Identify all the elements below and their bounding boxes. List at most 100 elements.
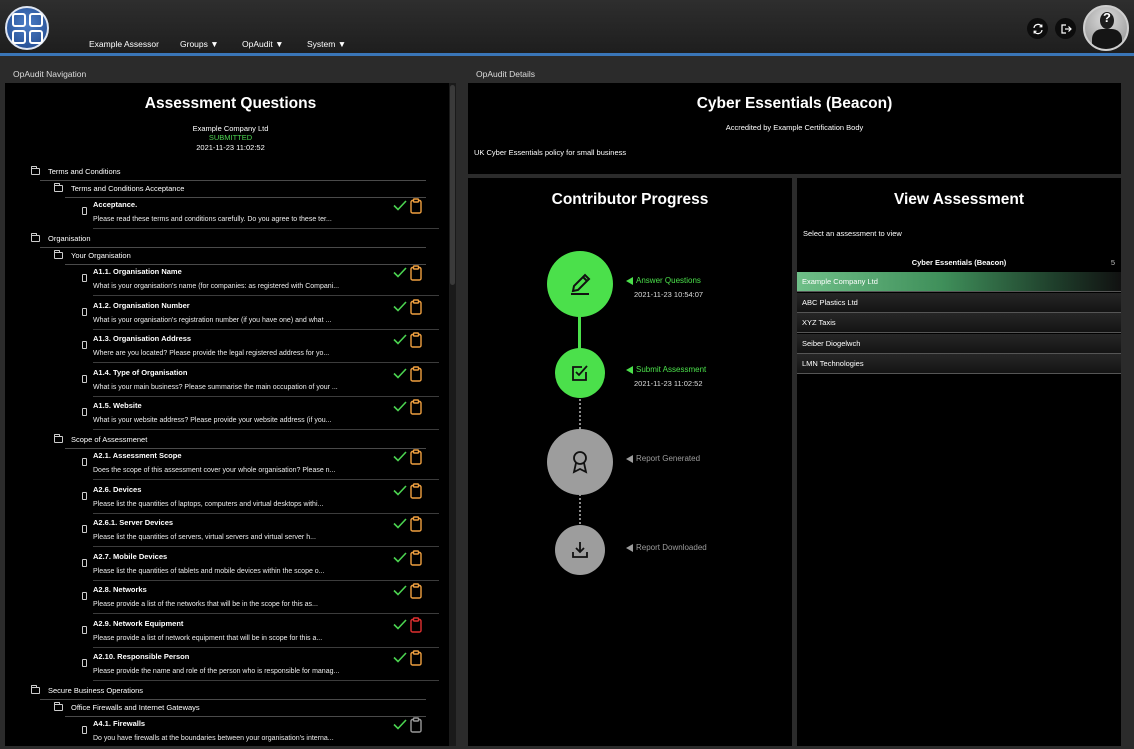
document-icon bbox=[82, 341, 87, 349]
clipboard-icon[interactable] bbox=[410, 650, 422, 666]
question-description: Please list the quantities of laptops, c… bbox=[93, 500, 324, 508]
nav-item-opaudit[interactable]: OpAudit ▼ bbox=[242, 39, 307, 49]
nav-item-assessor[interactable]: Example Assessor bbox=[89, 39, 180, 49]
folder-icon bbox=[31, 685, 40, 694]
question-item[interactable]: A1.4. Type of Organisation What is your m… bbox=[82, 364, 439, 397]
nav-item-system[interactable]: System ▼ bbox=[307, 39, 346, 49]
progress-connector bbox=[579, 494, 581, 524]
clipboard-icon[interactable] bbox=[410, 365, 422, 382]
question-item[interactable]: A2.6.1. Server Devices Please list the qu… bbox=[82, 514, 439, 547]
clipboard-icon[interactable] bbox=[410, 332, 422, 348]
question-item[interactable]: A2.9. Network Equipment Please provide a … bbox=[82, 615, 439, 648]
assessment-list-item[interactable]: LMN Technologies bbox=[797, 354, 1121, 374]
step-date: 2021-11-23 11:02:52 bbox=[634, 379, 703, 388]
refresh-icon bbox=[1032, 23, 1043, 34]
step-label: Report Generated bbox=[626, 454, 700, 463]
question-description: Please read these terms and conditions c… bbox=[93, 216, 332, 223]
question-title: A2.6. Devices bbox=[93, 484, 142, 494]
check-icon bbox=[393, 267, 407, 278]
user-avatar[interactable]: ? bbox=[1083, 5, 1129, 51]
question-title: A2.7. Mobile Devices bbox=[93, 551, 168, 561]
app-logo-icon[interactable] bbox=[5, 6, 49, 50]
folder-icon bbox=[31, 233, 40, 242]
assessment-questions-title: Assessment Questions bbox=[144, 95, 317, 112]
refresh-button[interactable] bbox=[1027, 18, 1048, 39]
check-icon bbox=[393, 551, 407, 563]
document-icon bbox=[82, 625, 87, 634]
document-icon bbox=[82, 491, 87, 500]
folder-icon bbox=[31, 166, 40, 175]
tree-subgroup[interactable]: Your Organisation bbox=[54, 250, 131, 260]
question-item[interactable]: A2.8. Networks Please provide a list of t… bbox=[82, 581, 439, 614]
tree-group[interactable]: Secure Business Operations bbox=[31, 685, 143, 695]
question-title: A2.10. Responsible Person bbox=[93, 652, 190, 661]
assessment-list-item[interactable]: Example Company Ltd bbox=[797, 272, 1121, 292]
tree-group-label: Organisation bbox=[48, 234, 91, 243]
question-title: A1.3. Organisation Address bbox=[93, 334, 192, 343]
step-answer-questions[interactable] bbox=[547, 251, 613, 317]
question-description: What is your organisation's registration… bbox=[93, 316, 332, 324]
step-submit-assessment[interactable] bbox=[555, 348, 605, 398]
clipboard-icon[interactable] bbox=[410, 516, 422, 532]
logout-button[interactable] bbox=[1055, 18, 1076, 39]
question-description: What is your organisation's name (for co… bbox=[93, 283, 340, 290]
status-badge: SUBMITTED bbox=[208, 133, 253, 142]
question-item[interactable]: A2.1. Assessment Scope Does the scope of … bbox=[82, 447, 439, 480]
check-icon bbox=[393, 401, 407, 412]
tree-subgroup[interactable]: Office Firewalls and Internet Gateways bbox=[54, 702, 200, 712]
document-icon bbox=[82, 592, 87, 600]
clipboard-icon[interactable] bbox=[410, 549, 422, 566]
clipboard-icon[interactable] bbox=[410, 583, 422, 599]
clipboard-icon[interactable] bbox=[410, 616, 422, 633]
nav-item-groups[interactable]: Groups ▼ bbox=[180, 39, 242, 49]
clipboard-icon[interactable] bbox=[410, 399, 422, 415]
check-icon bbox=[393, 618, 407, 630]
check-icon bbox=[393, 484, 407, 496]
assessment-list-item[interactable]: XYZ Taxis bbox=[797, 313, 1121, 333]
assessment-count: 5 bbox=[1110, 258, 1115, 267]
question-item[interactable]: A1.1. Organisation Name What is your orga… bbox=[82, 263, 439, 296]
tree-group[interactable]: Organisation bbox=[31, 233, 91, 243]
question-title: A2.6.1. Server Devices bbox=[93, 518, 174, 527]
question-item[interactable]: A2.10. Responsible Person Please provide … bbox=[82, 648, 439, 681]
question-item[interactable]: A1.2. Organisation Number What is your or… bbox=[82, 297, 439, 330]
question-description: What is your website address? Please pro… bbox=[93, 417, 332, 424]
question-item[interactable]: A4.1. Firewalls Do you have firewalls at … bbox=[82, 715, 439, 746]
tree-subgroup-label: Scope of Assessmenet bbox=[71, 435, 148, 444]
question-item[interactable]: A2.6. Devices Please list the quantities … bbox=[82, 481, 439, 514]
step-report-generated[interactable] bbox=[547, 429, 613, 495]
question-item[interactable]: Acceptance. Please read these terms and c… bbox=[82, 196, 439, 229]
accreditation-text: Accredited by Example Certification Body bbox=[725, 123, 864, 132]
clipboard-icon[interactable] bbox=[410, 717, 422, 733]
question-title: A2.8. Networks bbox=[93, 585, 147, 594]
logout-icon bbox=[1060, 23, 1072, 34]
check-icon bbox=[393, 451, 407, 462]
document-icon bbox=[82, 558, 87, 567]
document-icon bbox=[82, 458, 87, 466]
tree-subgroup-label: Your Organisation bbox=[71, 251, 131, 260]
question-item[interactable]: A1.3. Organisation Address Where are you … bbox=[82, 330, 439, 363]
clipboard-icon[interactable] bbox=[410, 482, 422, 499]
navigation-panel-header: OpAudit Navigation bbox=[13, 69, 87, 79]
check-icon bbox=[393, 367, 407, 379]
question-item[interactable]: A2.7. Mobile Devices Please list the quan… bbox=[82, 548, 439, 581]
tree-subgroup[interactable]: Terms and Conditions Acceptance bbox=[54, 183, 184, 193]
question-title: A1.4. Type of Organisation bbox=[93, 367, 188, 377]
clipboard-icon[interactable] bbox=[410, 298, 422, 315]
step-report-downloaded[interactable] bbox=[555, 525, 605, 575]
assessment-list-item[interactable]: ABC Plastics Ltd bbox=[797, 292, 1121, 313]
details-panel: Cyber Essentials (Beacon) Accredited by … bbox=[468, 83, 1121, 174]
question-description: Please provide the name and role of the … bbox=[93, 668, 340, 675]
document-icon bbox=[82, 659, 87, 667]
question-title: A2.1. Assessment Scope bbox=[93, 451, 182, 460]
question-item[interactable]: A1.5. Website What is your website addres… bbox=[82, 397, 439, 430]
clipboard-icon[interactable] bbox=[410, 449, 422, 465]
assessment-list-item[interactable]: Seiber Diogelwch bbox=[797, 333, 1121, 354]
tree-subgroup[interactable]: Scope of Assessmenet bbox=[54, 434, 148, 444]
question-description: What is your main business? Please summa… bbox=[93, 383, 338, 391]
step-date: 2021-11-23 10:54:07 bbox=[634, 290, 704, 299]
clipboard-icon[interactable] bbox=[410, 265, 422, 281]
tree-group[interactable]: Terms and Conditions bbox=[31, 166, 121, 176]
navigation-scrollbar[interactable] bbox=[449, 83, 456, 746]
clipboard-icon[interactable] bbox=[410, 198, 422, 214]
